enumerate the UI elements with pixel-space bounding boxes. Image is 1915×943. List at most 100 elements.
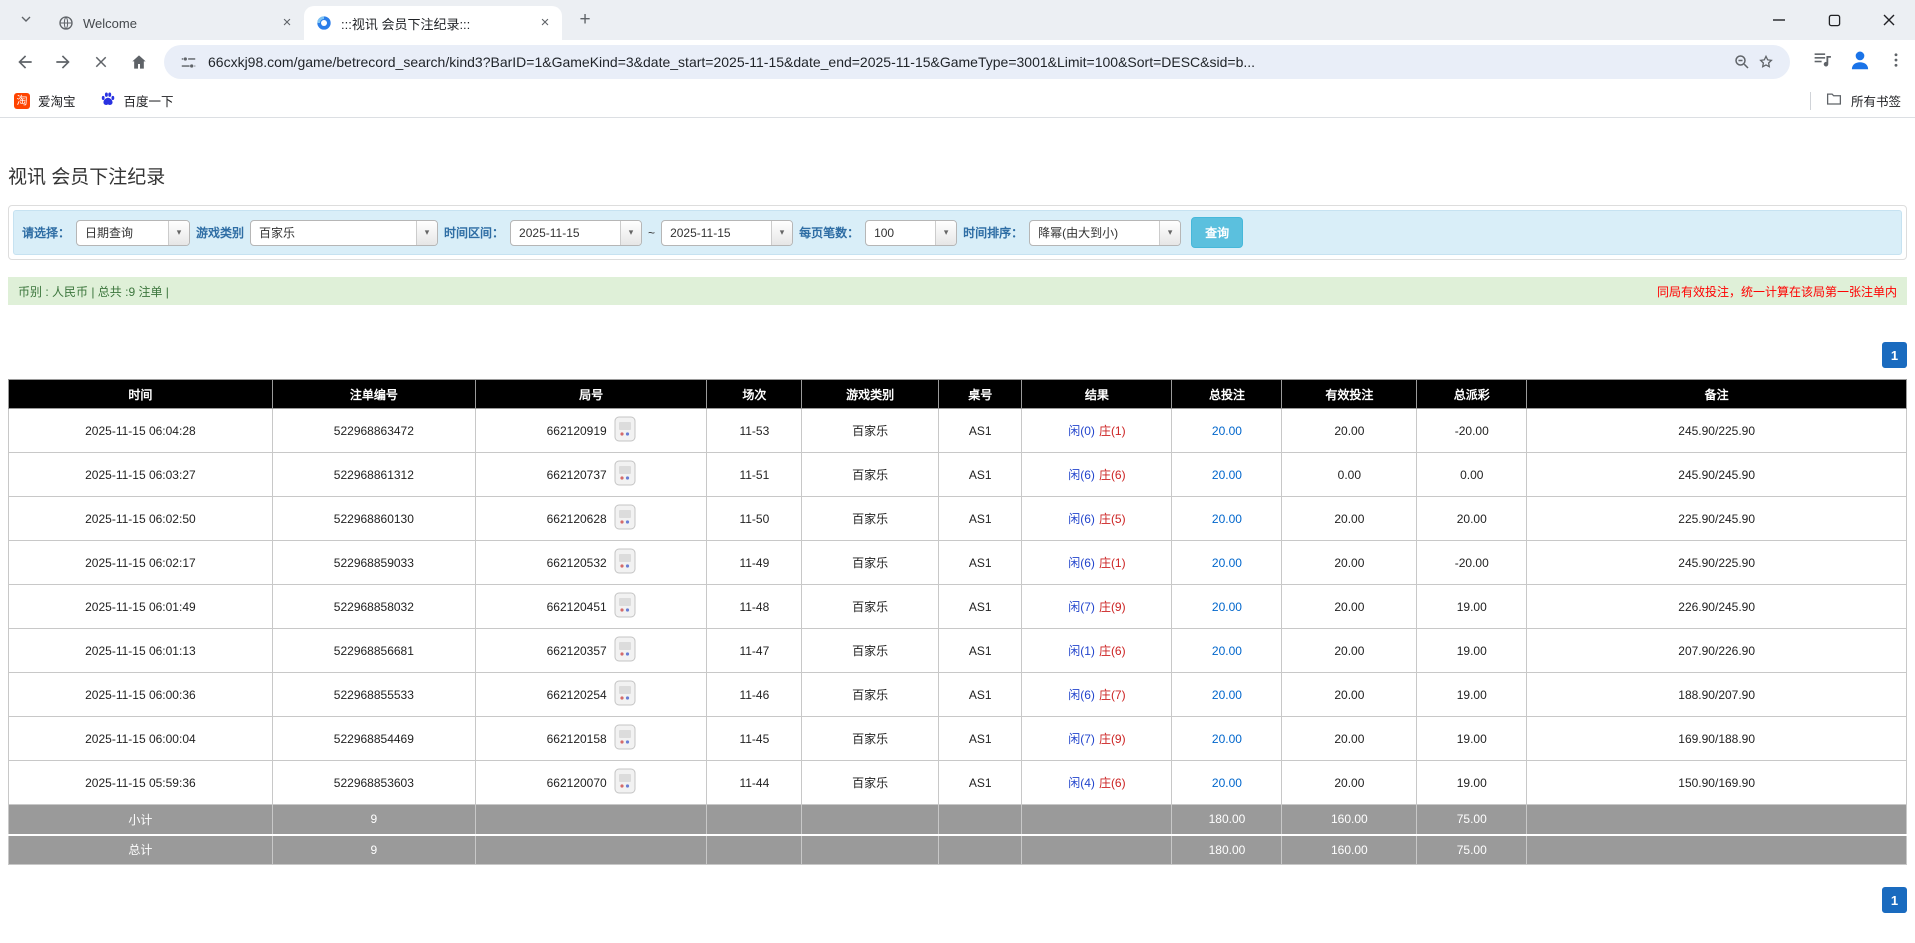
tab-search-button[interactable]	[12, 7, 40, 35]
cell-total-bet-link[interactable]: 20.00	[1212, 556, 1242, 570]
stop-loading-button[interactable]	[86, 47, 116, 77]
round-result-image-icon[interactable]	[614, 504, 636, 533]
result-player: 闲(6)	[1068, 556, 1095, 570]
back-button[interactable]	[10, 47, 40, 77]
cell-total-bet-link[interactable]: 20.00	[1212, 468, 1242, 482]
date-start-dropdown[interactable]: 2025-11-15 ▾	[510, 220, 642, 246]
dropdown-arrow-icon[interactable]: ▾	[620, 221, 641, 245]
cell-round-number: 662120451	[547, 600, 607, 614]
cell-remark: 225.90/245.90	[1527, 497, 1907, 541]
url-text[interactable]: 66cxkj98.com/game/betrecord_search/kind3…	[208, 54, 1720, 70]
new-tab-button[interactable]: +	[572, 7, 598, 33]
tab-title: Welcome	[83, 16, 278, 31]
cell-table-number: AS1	[938, 453, 1022, 497]
cell-round-number: 662120919	[547, 424, 607, 438]
tab-bet-records[interactable]: :::视讯 会员下注纪录::: ×	[304, 6, 562, 40]
site-settings-icon[interactable]	[176, 50, 200, 74]
toolbar-right-cluster	[1798, 47, 1905, 78]
subtotal-label: 小计	[9, 805, 273, 835]
cell-total-bet-link[interactable]: 20.00	[1212, 424, 1242, 438]
total-count: 9	[272, 835, 475, 865]
site-favicon-icon	[316, 15, 332, 31]
result-banker: 庄(6)	[1099, 644, 1126, 658]
tab-close-icon[interactable]: ×	[536, 14, 554, 32]
select-type-dropdown[interactable]: 日期查询 ▾	[76, 220, 190, 246]
table-row: 2025-11-15 05:59:36 522968853603 6621200…	[9, 761, 1907, 805]
cell-round-number: 662120254	[547, 688, 607, 702]
bookmark-aitaobao[interactable]: 淘 爱淘宝	[14, 91, 76, 110]
cell-game-kind: 百家乐	[802, 409, 939, 453]
round-result-image-icon[interactable]	[614, 460, 636, 489]
cell-session: 11-53	[707, 409, 802, 453]
table-row: 2025-11-15 06:00:04 522968854469 6621201…	[9, 717, 1907, 761]
cell-game-kind: 百家乐	[802, 497, 939, 541]
cell-payout: -20.00	[1417, 541, 1527, 585]
forward-button[interactable]	[48, 47, 78, 77]
cell-total-bet-link[interactable]: 20.00	[1212, 600, 1242, 614]
bet-records-table: 时间注单编号局号场次游戏类别桌号结果总投注有效投注总派彩备注 2025-11-1…	[8, 379, 1907, 865]
column-header: 备注	[1527, 380, 1907, 409]
query-button[interactable]: 查询	[1191, 217, 1243, 248]
subtotal-valid-bet: 160.00	[1282, 805, 1417, 835]
cell-time: 2025-11-15 06:02:50	[9, 497, 273, 541]
cell-session: 11-47	[707, 629, 802, 673]
round-result-image-icon[interactable]	[614, 416, 636, 445]
per-page-dropdown[interactable]: 100 ▾	[865, 220, 957, 246]
round-result-image-icon[interactable]	[614, 768, 636, 797]
date-end-dropdown[interactable]: 2025-11-15 ▾	[661, 220, 793, 246]
column-header: 结果	[1022, 380, 1172, 409]
media-controls-icon[interactable]	[1812, 49, 1833, 75]
dropdown-arrow-icon[interactable]: ▾	[1159, 221, 1180, 245]
select-type-label: 请选择：	[22, 224, 70, 241]
page-1-button[interactable]: 1	[1882, 887, 1907, 913]
subtotal-count: 9	[272, 805, 475, 835]
zoom-out-icon[interactable]	[1730, 50, 1754, 74]
cell-round-number: 662120357	[547, 644, 607, 658]
tab-close-icon[interactable]: ×	[278, 14, 296, 32]
dropdown-arrow-icon[interactable]: ▾	[416, 221, 437, 245]
round-result-image-icon[interactable]	[614, 636, 636, 665]
page-1-button[interactable]: 1	[1882, 342, 1907, 368]
cell-total-bet-link[interactable]: 20.00	[1212, 644, 1242, 658]
column-header: 桌号	[938, 380, 1022, 409]
cell-payout: -20.00	[1417, 409, 1527, 453]
cell-total-bet-link[interactable]: 20.00	[1212, 512, 1242, 526]
round-result-image-icon[interactable]	[614, 592, 636, 621]
cell-time: 2025-11-15 06:03:27	[9, 453, 273, 497]
table-row: 2025-11-15 06:01:13 522968856681 6621203…	[9, 629, 1907, 673]
pagination-bottom: 1	[8, 887, 1907, 913]
tab-welcome[interactable]: Welcome ×	[46, 6, 304, 40]
bookmark-baidu[interactable]: 百度一下	[100, 91, 174, 110]
minimize-icon[interactable]	[1769, 10, 1789, 30]
all-bookmarks-button[interactable]: 所有书签	[1825, 90, 1901, 111]
address-bar[interactable]: 66cxkj98.com/game/betrecord_search/kind3…	[164, 45, 1790, 79]
cell-total-bet-link[interactable]: 20.00	[1212, 688, 1242, 702]
home-button[interactable]	[124, 47, 154, 77]
cell-bet-id: 522968863472	[272, 409, 475, 453]
result-player: 闲(6)	[1068, 468, 1095, 482]
bookmark-star-icon[interactable]	[1754, 50, 1778, 74]
round-result-image-icon[interactable]	[614, 548, 636, 577]
time-sort-dropdown[interactable]: 降幂(由大到小) ▾	[1029, 220, 1181, 246]
round-result-image-icon[interactable]	[614, 680, 636, 709]
table-row: 2025-11-15 06:03:27 522968861312 6621207…	[9, 453, 1907, 497]
maximize-icon[interactable]	[1824, 10, 1844, 30]
time-sort-label: 时间排序：	[963, 224, 1023, 241]
cell-session: 11-48	[707, 585, 802, 629]
close-window-icon[interactable]	[1879, 10, 1899, 30]
column-header: 总投注	[1172, 380, 1282, 409]
cell-valid-bet: 0.00	[1282, 453, 1417, 497]
dropdown-arrow-icon[interactable]: ▾	[771, 221, 792, 245]
cell-table-number: AS1	[938, 673, 1022, 717]
round-result-image-icon[interactable]	[614, 724, 636, 753]
dropdown-arrow-icon[interactable]: ▾	[935, 221, 956, 245]
cell-session: 11-44	[707, 761, 802, 805]
menu-dots-icon[interactable]	[1887, 51, 1905, 74]
game-kind-dropdown[interactable]: 百家乐 ▾	[250, 220, 438, 246]
profile-avatar[interactable]	[1847, 47, 1873, 78]
cell-total-bet-link[interactable]: 20.00	[1212, 732, 1242, 746]
cell-round-number: 662120070	[547, 776, 607, 790]
total-payout: 75.00	[1417, 835, 1527, 865]
dropdown-arrow-icon[interactable]: ▾	[168, 221, 189, 245]
cell-total-bet-link[interactable]: 20.00	[1212, 776, 1242, 790]
